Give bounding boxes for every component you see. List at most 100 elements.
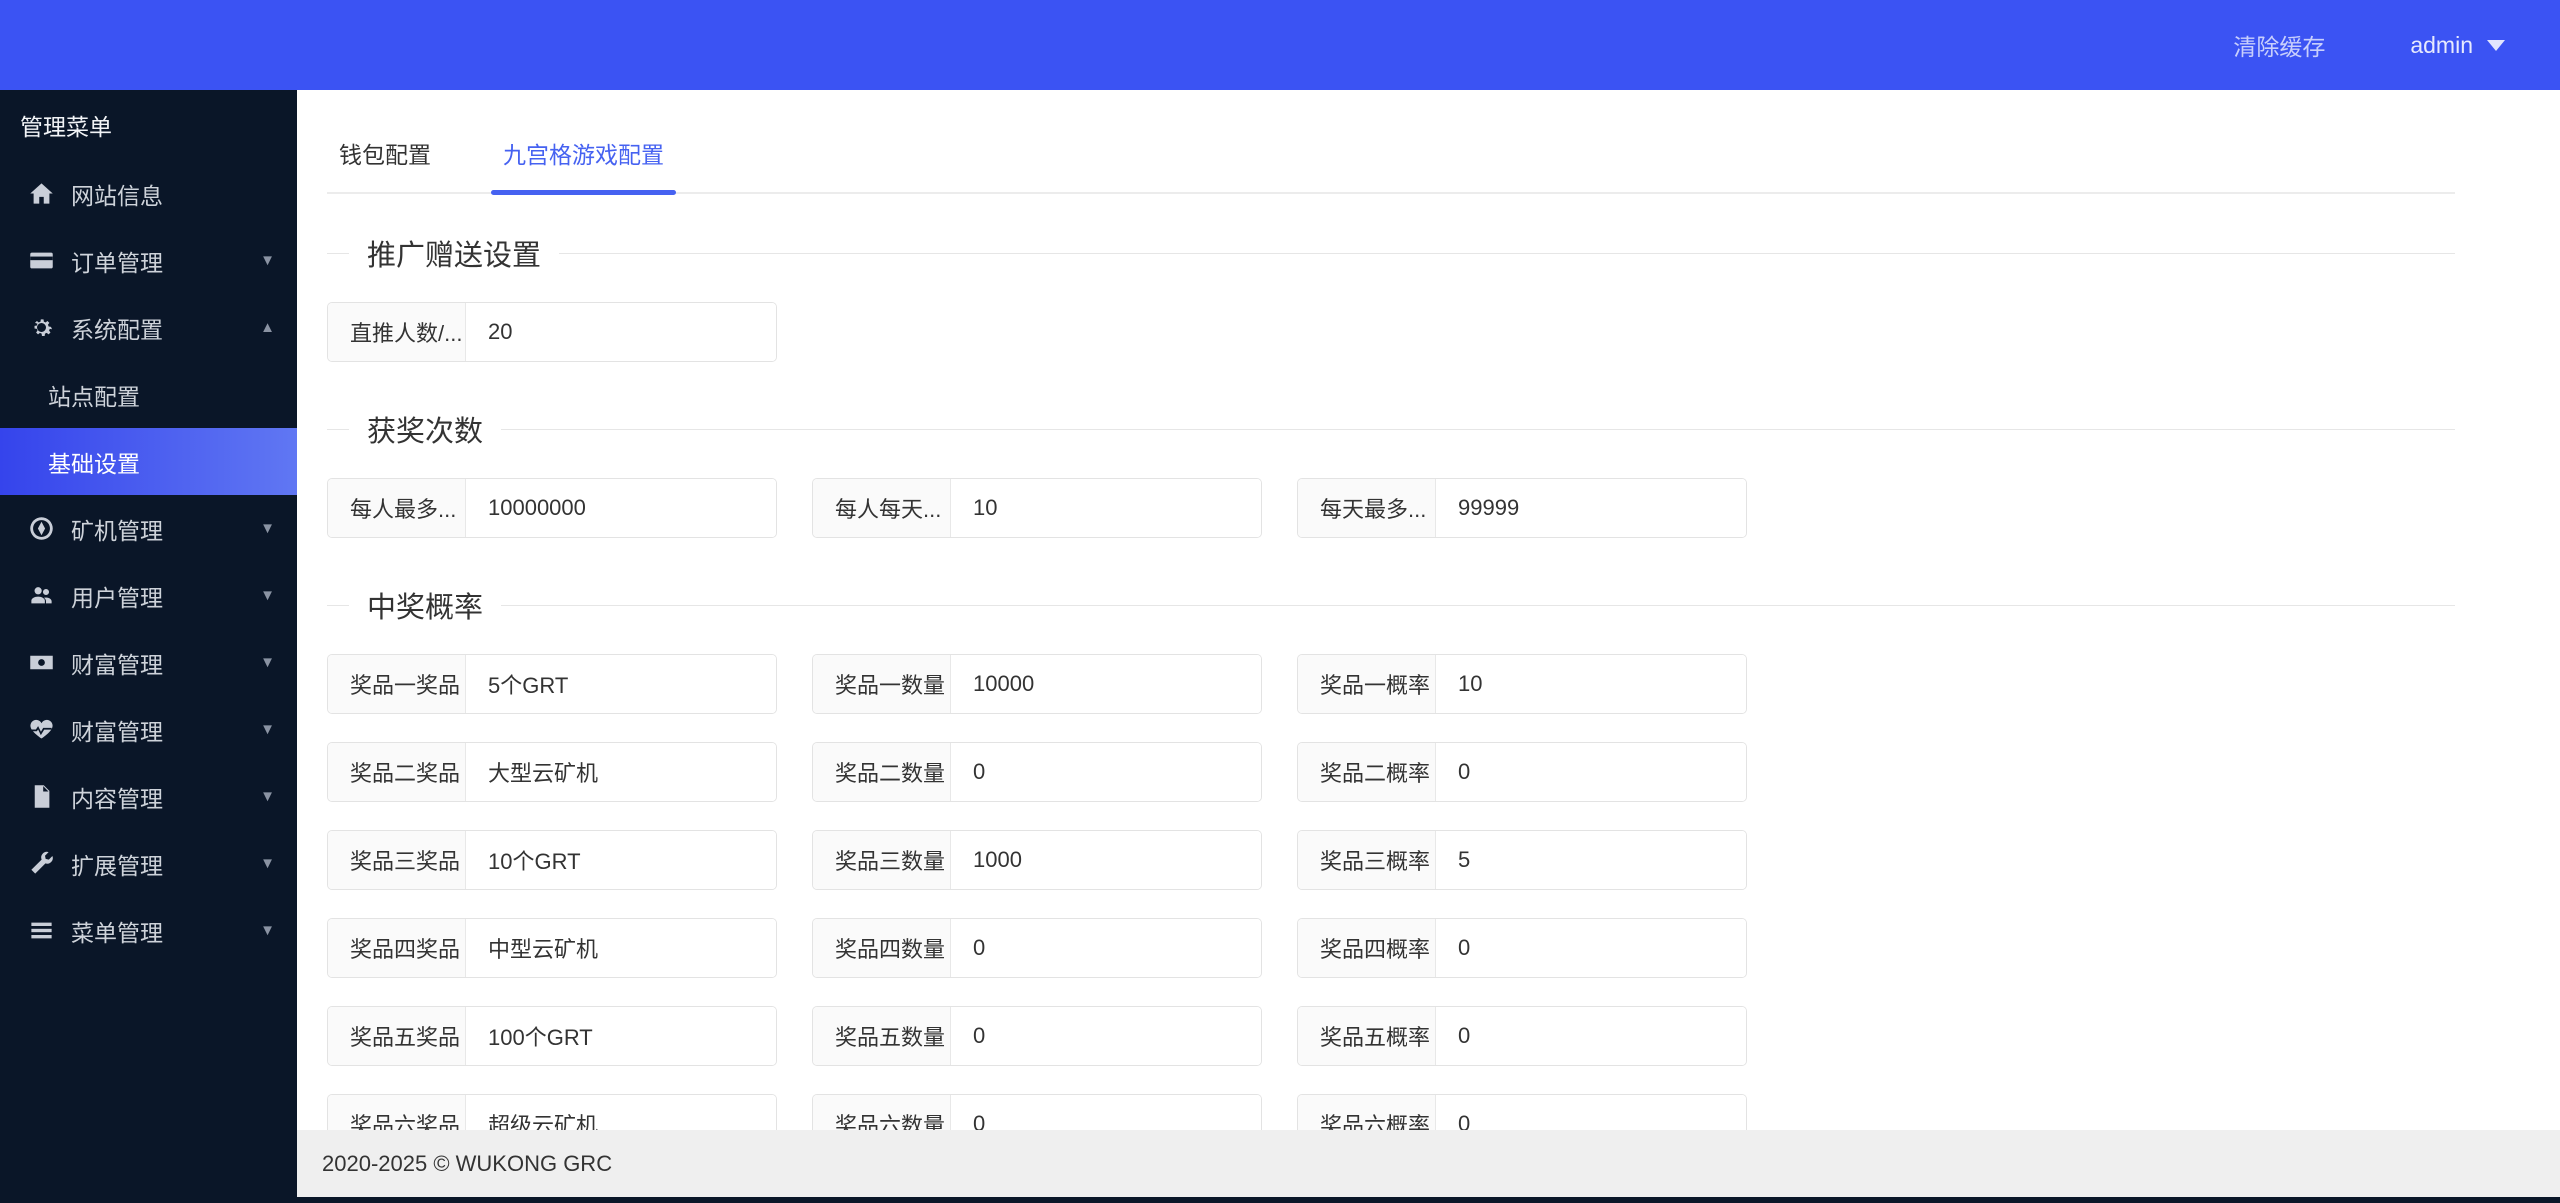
sidebar-item-wealth-management[interactable]: 财富管理: [0, 629, 297, 696]
field-input[interactable]: [466, 1007, 776, 1065]
gears-icon: [26, 313, 56, 343]
sidebar-item-order-management[interactable]: 订单管理: [0, 227, 297, 294]
field-label: 奖品二奖品: [328, 743, 466, 801]
sidebar-item-extension-management[interactable]: 扩展管理: [0, 830, 297, 897]
chevron-down-icon: [260, 855, 275, 872]
admin-app: 清除缓存 admin 管理菜单 网站信息 订单管理 系统配置: [0, 0, 2560, 1203]
field-label: 奖品五奖品: [328, 1007, 466, 1065]
sidebar-item-content-management[interactable]: 内容管理: [0, 763, 297, 830]
field-input[interactable]: [951, 743, 1261, 801]
field-input[interactable]: [1436, 655, 1746, 713]
heartbeat-icon: [26, 715, 56, 745]
field-label: 奖品一数量: [813, 655, 951, 713]
field-prize1-probability: 奖品一概率: [1297, 654, 1747, 714]
field-prize5-probability: 奖品五概率: [1297, 1006, 1747, 1066]
field-prize2-probability: 奖品二概率: [1297, 742, 1747, 802]
field-row-prize-3: 奖品三奖品 奖品三数量 奖品三概率: [327, 830, 2560, 890]
sidebar-item-wealth-management-2[interactable]: 财富管理: [0, 696, 297, 763]
chevron-down-icon: [260, 922, 275, 939]
field-label: 奖品二数量: [813, 743, 951, 801]
chevron-down-icon: [2487, 39, 2505, 51]
field-per-person-daily: 每人每天...: [812, 478, 1262, 538]
sidebar-item-system-config[interactable]: 系统配置: [0, 294, 297, 361]
field-input[interactable]: [466, 479, 776, 537]
tab-wallet-config[interactable]: 钱包配置: [327, 122, 443, 192]
field-input[interactable]: [951, 655, 1261, 713]
main-content: 钱包配置 九宫格游戏配置 推广赠送设置 直推人数/... 获奖次数 每人最多..…: [297, 90, 2560, 1203]
chevron-down-icon: [260, 520, 275, 537]
sidebar-title: 管理菜单: [20, 114, 112, 140]
field-label: 每人最多...: [328, 479, 466, 537]
field-row: 直推人数/...: [327, 302, 2560, 362]
field-row-prize-2: 奖品二奖品 奖品二数量 奖品二概率: [327, 742, 2560, 802]
field-label: 奖品三数量: [813, 831, 951, 889]
money-bill-icon: [26, 648, 56, 678]
chevron-down-icon: [260, 252, 275, 269]
field-input[interactable]: [1436, 479, 1746, 537]
sidebar-item-miner-management[interactable]: 矿机管理: [0, 495, 297, 562]
field-prize2-item: 奖品二奖品: [327, 742, 777, 802]
section-title-award-times: 获奖次数: [327, 408, 2455, 450]
field-input[interactable]: [1436, 831, 1746, 889]
sidebar-item-user-management[interactable]: 用户管理: [0, 562, 297, 629]
clear-cache-button[interactable]: 清除缓存: [2233, 28, 2325, 62]
tab-bar: 钱包配置 九宫格游戏配置: [327, 122, 2455, 195]
field-label: 直推人数/...: [328, 303, 466, 361]
sidebar-item-basic-settings[interactable]: 基础设置: [0, 428, 297, 495]
field-input[interactable]: [951, 479, 1261, 537]
field-label: 每天最多...: [1298, 479, 1436, 537]
field-input[interactable]: [1436, 1007, 1746, 1065]
user-dropdown[interactable]: admin: [2410, 32, 2505, 59]
field-prize4-probability: 奖品四概率: [1297, 918, 1747, 978]
field-prize3-item: 奖品三奖品: [327, 830, 777, 890]
sidebar: 管理菜单 网站信息 订单管理 系统配置 站点配置 基础设置: [0, 90, 297, 1203]
field-input[interactable]: [466, 743, 776, 801]
field-label: 奖品一概率: [1298, 655, 1436, 713]
chevron-down-icon: [260, 587, 275, 604]
field-input[interactable]: [466, 831, 776, 889]
field-prize3-quantity: 奖品三数量: [812, 830, 1262, 890]
field-max-per-person: 每人最多...: [327, 478, 777, 538]
window-bottom-edge: [0, 1197, 2560, 1203]
field-label: 每人每天...: [813, 479, 951, 537]
field-row-prize-1: 奖品一奖品 奖品一数量 奖品一概率: [327, 654, 2560, 714]
wrench-icon: [26, 849, 56, 879]
field-row: 每人最多... 每人每天... 每天最多...: [327, 478, 2560, 538]
menu-bars-icon: [26, 916, 56, 946]
sidebar-item-menu-management[interactable]: 菜单管理: [0, 897, 297, 964]
users-icon: [26, 581, 56, 611]
section-title-promo: 推广赠送设置: [327, 232, 2455, 274]
field-input[interactable]: [1436, 743, 1746, 801]
field-row-prize-5: 奖品五奖品 奖品五数量 奖品五概率: [327, 1006, 2560, 1066]
tab-grid-game-config[interactable]: 九宫格游戏配置: [491, 122, 676, 195]
field-prize2-quantity: 奖品二数量: [812, 742, 1262, 802]
home-icon: [26, 179, 56, 209]
field-prize1-quantity: 奖品一数量: [812, 654, 1262, 714]
field-prize4-quantity: 奖品四数量: [812, 918, 1262, 978]
field-input[interactable]: [951, 1007, 1261, 1065]
field-input[interactable]: [951, 919, 1261, 977]
footer: 2020-2025 © WUKONG GRC: [297, 1130, 2560, 1197]
credit-card-icon: [26, 246, 56, 276]
field-prize3-probability: 奖品三概率: [1297, 830, 1747, 890]
sidebar-item-website-info[interactable]: 网站信息: [0, 160, 297, 227]
miner-icon: [26, 514, 56, 544]
field-direct-referrals: 直推人数/...: [327, 302, 777, 362]
field-label: 奖品四数量: [813, 919, 951, 977]
field-label: 奖品三奖品: [328, 831, 466, 889]
field-input[interactable]: [466, 303, 776, 361]
field-label: 奖品四概率: [1298, 919, 1436, 977]
chevron-down-icon: [260, 721, 275, 738]
field-input[interactable]: [1436, 919, 1746, 977]
chevron-down-icon: [260, 654, 275, 671]
field-label: 奖品三概率: [1298, 831, 1436, 889]
field-input[interactable]: [466, 655, 776, 713]
file-icon: [26, 782, 56, 812]
field-input[interactable]: [466, 919, 776, 977]
field-max-daily: 每天最多...: [1297, 478, 1747, 538]
sidebar-item-site-config[interactable]: 站点配置: [0, 361, 297, 428]
chevron-up-icon: [260, 319, 275, 336]
field-input[interactable]: [951, 831, 1261, 889]
field-label: 奖品二概率: [1298, 743, 1436, 801]
username: admin: [2410, 31, 2473, 58]
